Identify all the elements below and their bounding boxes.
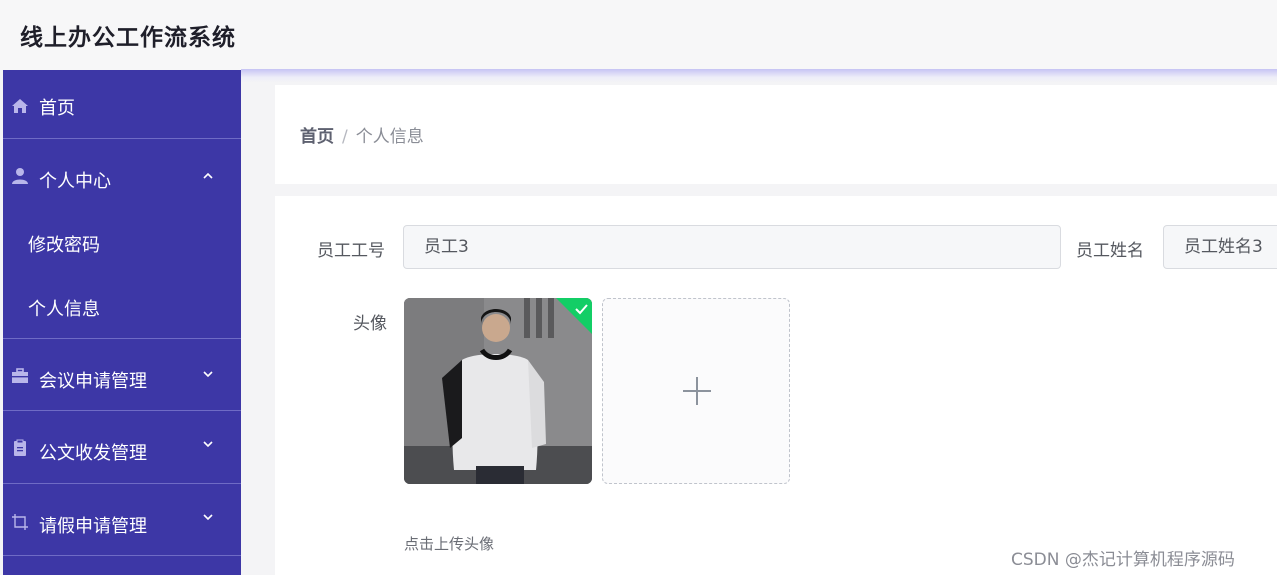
sidebar-item-document-management[interactable]: 公文收发管理	[3, 411, 241, 481]
upload-tip: 点击上传头像	[404, 535, 495, 553]
employee-name-label: 员工姓名	[1076, 241, 1144, 261]
personal-info-form: 员工工号 员工3 员工姓名 员工姓名3 头像 点击上传头像	[275, 196, 1277, 575]
plus-icon	[683, 377, 711, 405]
chevron-up-icon	[203, 172, 213, 179]
breadcrumb: 首页 / 个人信息	[300, 122, 424, 147]
employee-no-field[interactable]: 员工3	[403, 225, 1061, 269]
sidebar-subitem-personal-info[interactable]: 个人信息	[28, 295, 100, 321]
breadcrumb-current: 个人信息	[355, 127, 424, 147]
sidebar-item-label: 会议申请管理	[39, 371, 147, 392]
chevron-down-icon	[203, 514, 213, 521]
sidebar-item-label: 请假申请管理	[39, 516, 147, 537]
avatar-label: 头像	[353, 314, 387, 334]
breadcrumb-card: 首页 / 个人信息	[275, 85, 1277, 184]
avatar-image[interactable]	[404, 298, 592, 484]
sidebar-item-label: 个人中心	[39, 171, 111, 192]
clipboard-icon	[14, 439, 26, 456]
sidebar-item-personal-center[interactable]: 个人中心	[3, 139, 241, 209]
sidebar-subitem-change-password[interactable]: 修改密码	[28, 231, 100, 257]
sidebar-item-label: 首页	[39, 98, 75, 119]
watermark: CSDN @杰记计算机程序源码	[1011, 550, 1235, 570]
employee-name-field[interactable]: 员工姓名3	[1163, 225, 1277, 269]
avatar-upload-button[interactable]	[602, 298, 790, 484]
top-header: 线上办公工作流系统	[0, 0, 1277, 70]
sidebar: 首页 个人中心 修改密码 个人信息 会议申请管理 公文收发管理 请假申请管理	[3, 70, 241, 575]
header-shadow	[241, 69, 1277, 83]
employee-no-label: 员工工号	[317, 241, 385, 261]
chevron-down-icon	[203, 441, 213, 448]
app-title: 线上办公工作流系统	[20, 25, 236, 51]
user-icon	[12, 168, 28, 184]
briefcase-icon	[12, 368, 28, 383]
sidebar-item-meeting-management[interactable]: 会议申请管理	[3, 339, 241, 409]
breadcrumb-separator: /	[342, 127, 348, 147]
chevron-down-icon	[203, 371, 213, 378]
upload-success-check-icon	[556, 298, 592, 334]
breadcrumb-home[interactable]: 首页	[300, 127, 334, 147]
sidebar-divider	[3, 555, 241, 556]
home-icon	[12, 99, 28, 113]
sidebar-item-home[interactable]: 首页	[3, 70, 241, 140]
sidebar-item-leave-management[interactable]: 请假申请管理	[3, 484, 241, 554]
sidebar-item-label: 公文收发管理	[39, 443, 147, 464]
crop-icon	[12, 514, 28, 530]
